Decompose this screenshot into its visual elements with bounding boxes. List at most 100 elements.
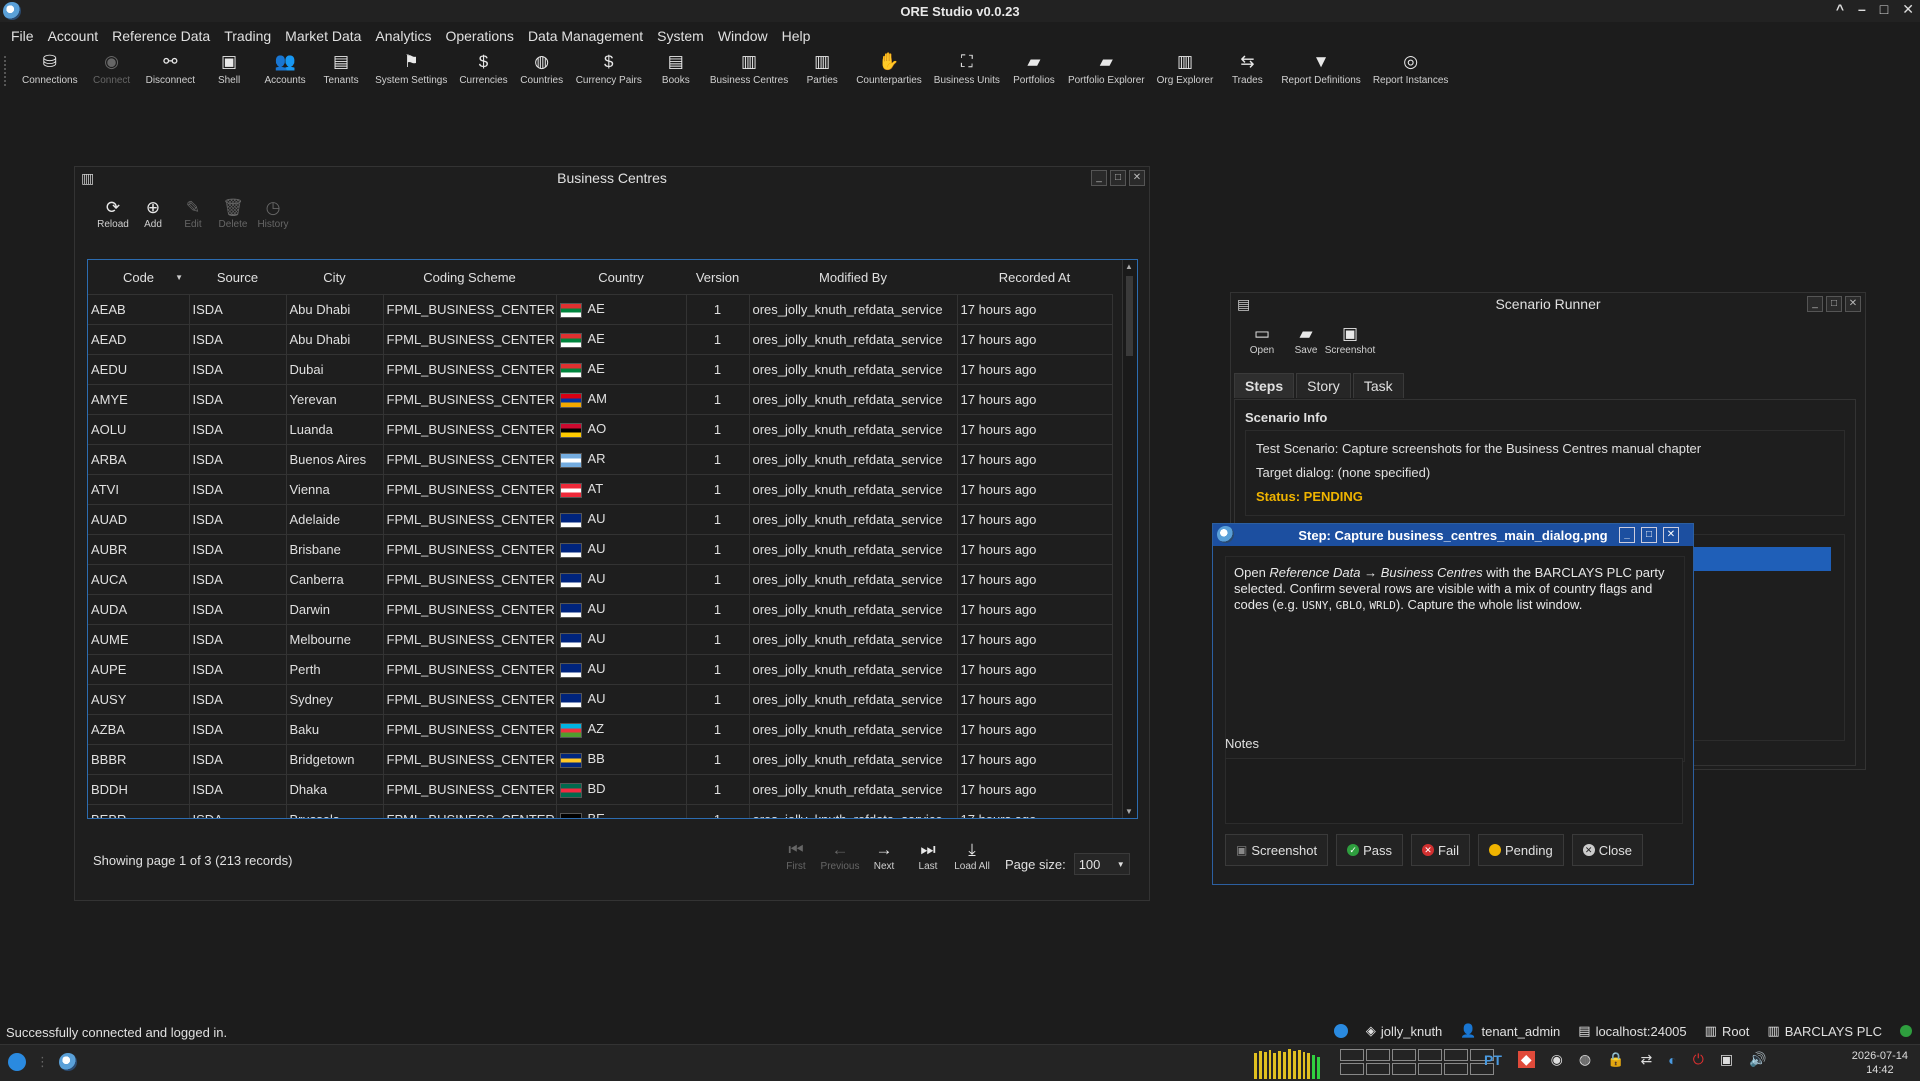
window-minimize-button[interactable]: – bbox=[1858, 1, 1866, 18]
books-button[interactable]: ▤ Books bbox=[648, 52, 704, 86]
business-centres-titlebar[interactable]: ▥ Business Centres _ □ ✕ bbox=[75, 167, 1149, 189]
power-icon[interactable]: ⏻ bbox=[1693, 1051, 1704, 1068]
scrollbar-thumb[interactable] bbox=[1126, 276, 1133, 356]
menu-data-management[interactable]: Data Management bbox=[521, 25, 650, 47]
tab-story[interactable]: Story bbox=[1296, 373, 1351, 398]
trades-button[interactable]: ⇆ Trades bbox=[1219, 52, 1275, 86]
table-row[interactable]: AUME ISDA Melbourne FPML_BUSINESS_CENTER AU 1… bbox=[88, 624, 1113, 655]
close-button[interactable]: ✕ Close bbox=[1571, 834, 1643, 866]
tenants-button[interactable]: ▤ Tenants bbox=[313, 52, 369, 86]
git-app-icon[interactable]: ◆ bbox=[1517, 1051, 1535, 1068]
input-method-indicator[interactable]: PT bbox=[1484, 1052, 1502, 1068]
table-row[interactable]: AUBR ISDA Brisbane FPML_BUSINESS_CENTER AU 1 o… bbox=[88, 534, 1113, 565]
window-maximize-button[interactable]: □ bbox=[1880, 1, 1888, 18]
system-settings-button[interactable]: ⚑ System Settings bbox=[369, 52, 453, 86]
portfolio-explorer-button[interactable]: ▰ Portfolio Explorer bbox=[1062, 52, 1151, 86]
previous-button[interactable]: ← Previous bbox=[819, 839, 861, 872]
connections-button[interactable]: ⛁ Connections bbox=[16, 52, 84, 86]
parties-button[interactable]: ▥ Parties bbox=[794, 52, 850, 86]
workspace-cell[interactable] bbox=[1366, 1063, 1390, 1075]
load-all-button[interactable]: ⤓ Load All bbox=[951, 839, 993, 872]
table-row[interactable]: BDDH ISDA Dhaka FPML_BUSINESS_CENTER BD 1 ores… bbox=[88, 774, 1113, 805]
workspace-cell[interactable] bbox=[1444, 1049, 1468, 1061]
currency-pairs-button[interactable]: $ Currency Pairs bbox=[570, 52, 648, 86]
table-row[interactable]: AEAD ISDA Abu Dhabi FPML_BUSINESS_CENTER AE 1… bbox=[88, 324, 1113, 355]
menu-reference-data[interactable]: Reference Data bbox=[105, 25, 217, 47]
column-header-country[interactable]: Country bbox=[556, 260, 686, 295]
column-header-recorded-at[interactable]: Recorded At bbox=[957, 260, 1112, 295]
mdi-maximize-button[interactable]: □ bbox=[1110, 170, 1126, 186]
column-header-modified-by[interactable]: Modified By bbox=[749, 260, 957, 295]
menu-market-data[interactable]: Market Data bbox=[278, 25, 368, 47]
workspace-cell[interactable] bbox=[1444, 1063, 1468, 1075]
table-row[interactable]: ATVI ISDA Vienna FPML_BUSINESS_CENTER AT 1 ore… bbox=[88, 474, 1113, 505]
scenario-runner-titlebar[interactable]: ▤ Scenario Runner _ □ ✕ bbox=[1231, 293, 1865, 315]
window-close-button[interactable]: ✕ bbox=[1902, 1, 1914, 18]
lock-icon[interactable]: 🔒 bbox=[1607, 1051, 1624, 1068]
table-row[interactable]: AUPE ISDA Perth FPML_BUSINESS_CENTER AU 1 ores… bbox=[88, 654, 1113, 685]
discord-icon[interactable]: ◉ bbox=[1551, 1051, 1563, 1068]
table-row[interactable]: AEAB ISDA Abu Dhabi FPML_BUSINESS_CENTER AE 1… bbox=[88, 294, 1113, 325]
table-row[interactable]: AEDU ISDA Dubai FPML_BUSINESS_CENTER AE 1 ores… bbox=[88, 354, 1113, 385]
menu-analytics[interactable]: Analytics bbox=[368, 25, 438, 47]
table-vertical-scrollbar[interactable]: ▲ ▼ bbox=[1122, 260, 1137, 818]
mdi-close-button[interactable]: ✕ bbox=[1845, 296, 1861, 312]
column-header-city[interactable]: City bbox=[286, 260, 383, 295]
workspace-cell[interactable] bbox=[1340, 1063, 1364, 1075]
accounts-button[interactable]: 👥 Accounts bbox=[257, 52, 313, 86]
table-row[interactable]: AUDA ISDA Darwin FPML_BUSINESS_CENTER AU 1 ore… bbox=[88, 594, 1113, 625]
menu-account[interactable]: Account bbox=[41, 25, 106, 47]
column-header-source[interactable]: Source bbox=[189, 260, 286, 295]
ore-tray-icon[interactable]: ◍ bbox=[1579, 1051, 1591, 1068]
mdi-close-button[interactable]: ✕ bbox=[1129, 170, 1145, 186]
table-row[interactable]: AZBA ISDA Baku FPML_BUSINESS_CENTER AZ 1 ores_… bbox=[88, 714, 1113, 745]
mdi-maximize-button[interactable]: □ bbox=[1826, 296, 1842, 312]
menu-file[interactable]: File bbox=[4, 25, 41, 47]
add-button[interactable]: ⊕ Add bbox=[135, 197, 171, 247]
workspace-cell[interactable] bbox=[1392, 1049, 1416, 1061]
reload-button[interactable]: ⟳ Reload bbox=[95, 197, 131, 247]
workspace-cell[interactable] bbox=[1340, 1049, 1364, 1061]
report-instances-button[interactable]: ◎ Report Instances bbox=[1367, 52, 1455, 86]
step-maximize-button[interactable]: □ bbox=[1641, 527, 1657, 543]
step-dialog-titlebar[interactable]: Step: Capture business_centres_main_dial… bbox=[1213, 524, 1693, 546]
edit-button[interactable]: ✎ Edit bbox=[175, 197, 211, 247]
step-close-button[interactable]: ✕ bbox=[1663, 527, 1679, 543]
column-header-version[interactable]: Version bbox=[686, 260, 749, 295]
business-centres-button[interactable]: ▥ Business Centres bbox=[704, 52, 794, 86]
tab-steps[interactable]: Steps bbox=[1234, 373, 1295, 398]
pass-button[interactable]: ✓ Pass bbox=[1336, 834, 1404, 866]
clipboard-icon[interactable]: ▣ bbox=[1720, 1051, 1733, 1068]
workspace-cell[interactable] bbox=[1418, 1049, 1442, 1061]
screenshot-button[interactable]: ▣ Screenshot bbox=[1225, 834, 1329, 866]
window-shade-button[interactable]: ^ bbox=[1836, 1, 1844, 18]
shell-button[interactable]: ▣ Shell bbox=[201, 52, 257, 86]
scroll-up-icon[interactable]: ▲ bbox=[1125, 262, 1133, 271]
portfolios-button[interactable]: ▰ Portfolios bbox=[1006, 52, 1062, 86]
table-row[interactable]: BBBR ISDA Bridgetown FPML_BUSINESS_CENTER BB… bbox=[88, 744, 1113, 775]
counterparties-button[interactable]: ✋ Counterparties bbox=[850, 52, 928, 86]
table-row[interactable]: BEBRISDABrusselsFPML_BUSINESS_CENTERBE1o… bbox=[88, 804, 1113, 818]
workspace-cell[interactable] bbox=[1366, 1049, 1390, 1061]
delete-button[interactable]: 🗑 Delete bbox=[215, 197, 251, 247]
table-row[interactable]: AMYE ISDA Yerevan FPML_BUSINESS_CENTER AM 1 or… bbox=[88, 384, 1113, 415]
next-button[interactable]: → Next bbox=[863, 839, 905, 872]
menu-help[interactable]: Help bbox=[775, 25, 818, 47]
business-units-button[interactable]: ⛶ Business Units bbox=[928, 52, 1006, 86]
app-launcher-icon[interactable] bbox=[8, 1053, 26, 1071]
ore-studio-task-icon[interactable] bbox=[59, 1053, 77, 1071]
table-row[interactable]: AUCA ISDA Canberra FPML_BUSINESS_CENTER AU 1 o… bbox=[88, 564, 1113, 595]
table-row[interactable]: AUAD ISDA Adelaide FPML_BUSINESS_CENTER AU 1 o… bbox=[88, 504, 1113, 535]
menu-system[interactable]: System bbox=[650, 25, 711, 47]
page-size-select[interactable]: 100 ▼ bbox=[1073, 853, 1130, 875]
connect-button[interactable]: ◉ Connect bbox=[84, 52, 140, 86]
menu-trading[interactable]: Trading bbox=[217, 25, 278, 47]
volume-icon[interactable]: 🔊 bbox=[1749, 1051, 1766, 1068]
table-row[interactable]: AUSY ISDA Sydney FPML_BUSINESS_CENTER AU 1 ore… bbox=[88, 684, 1113, 715]
workspace-pager[interactable] bbox=[1340, 1049, 1494, 1075]
column-header-code[interactable]: Code ▼ bbox=[88, 260, 189, 295]
countries-button[interactable]: ◍ Countries bbox=[514, 52, 570, 86]
report-definitions-button[interactable]: ▼ Report Definitions bbox=[1275, 52, 1366, 86]
workspace-cell[interactable] bbox=[1418, 1063, 1442, 1075]
save-button[interactable]: ▰ Save bbox=[1285, 323, 1327, 363]
